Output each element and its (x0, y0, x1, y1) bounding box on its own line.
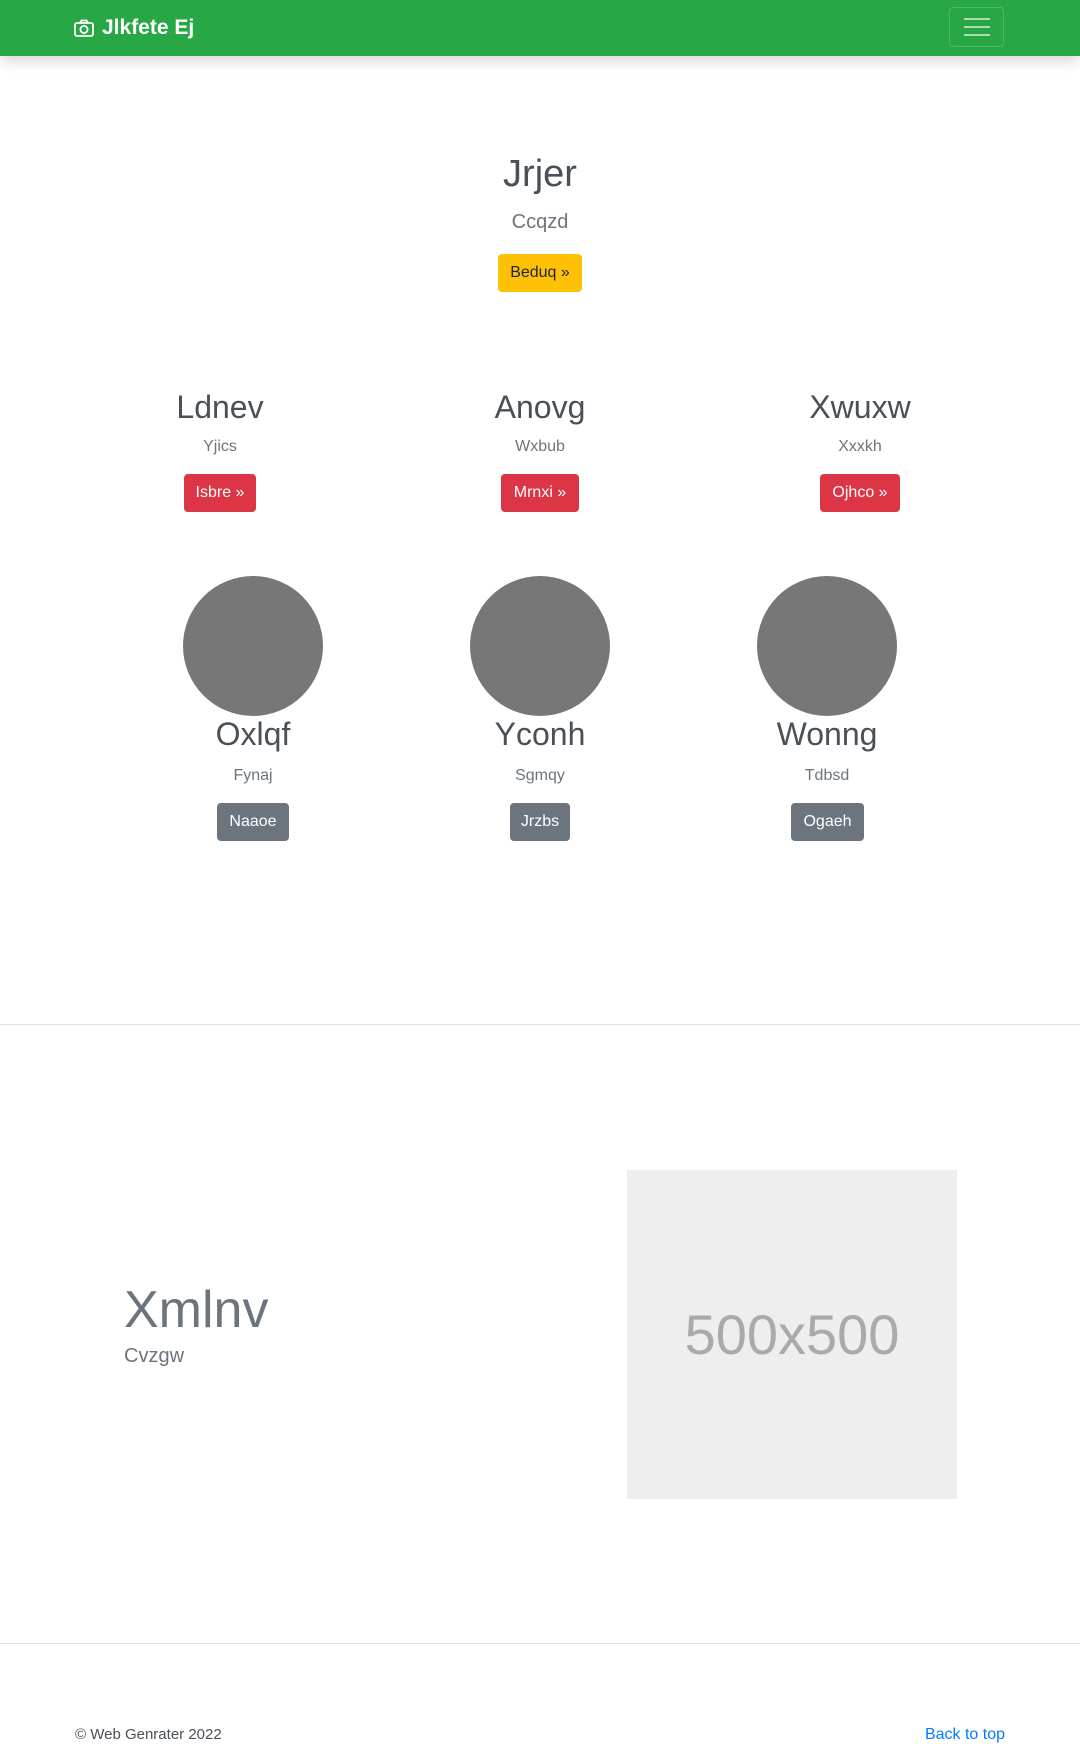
team-member-3-role: Tdbsd (804, 767, 850, 784)
hero-subtitle: Ccqzd (511, 211, 569, 233)
hamburger-menu-icon (963, 12, 990, 42)
placeholder-image-label: 500x500 (684, 1303, 900, 1366)
team-member-2-name: Yconh (494, 716, 586, 752)
column-3-title: Xwuxw (809, 389, 911, 425)
placeholder-image: 500x500 (627, 1170, 957, 1499)
column-2-text: Wxbub (515, 438, 565, 455)
team-member-2-role: Sgmqy (515, 767, 565, 784)
feature-heading: Xmlnv (124, 1281, 269, 1339)
footer-divider (0, 1643, 1080, 1644)
team-member-2-button[interactable]: Jrzbs (510, 803, 570, 841)
column-1-text: Yjics (203, 438, 237, 455)
avatar (470, 576, 610, 716)
team-member-1-role: Fynaj (233, 767, 273, 784)
column-3-button[interactable]: Ojhco » (820, 474, 900, 512)
navbar-toggler-button[interactable] (949, 7, 1004, 47)
team-member-3-name: Wonng (776, 716, 878, 752)
avatar (183, 576, 323, 716)
avatar (757, 576, 897, 716)
column-1-title: Ldnev (176, 389, 264, 425)
hero-title: Jrjer (503, 153, 577, 195)
feature-subheading: Cvzgw (124, 1345, 185, 1367)
team-member-1-button[interactable]: Naaoe (217, 803, 289, 841)
column-1-button[interactable]: Isbre » (184, 474, 256, 512)
brand-name: Jlkfete Ej (102, 16, 195, 39)
column-2-title: Anovg (494, 389, 586, 425)
section-divider (0, 1024, 1080, 1025)
camera-icon (74, 19, 94, 37)
team-member-1-name: Oxlqf (215, 716, 291, 752)
column-3-text: Xxxkh (838, 438, 882, 455)
footer-copyright: © Web Genrater 2022 (75, 1726, 222, 1743)
back-to-top-link[interactable]: Back to top (925, 1726, 1005, 1744)
team-member-3-button[interactable]: Ogaeh (791, 803, 864, 841)
brand-link[interactable]: Jlkfete Ej (74, 0, 194, 56)
column-2-button[interactable]: Mrnxi » (501, 474, 579, 512)
navbar: Jlkfete Ej (0, 0, 1080, 56)
hero-button[interactable]: Beduq » (498, 254, 582, 292)
